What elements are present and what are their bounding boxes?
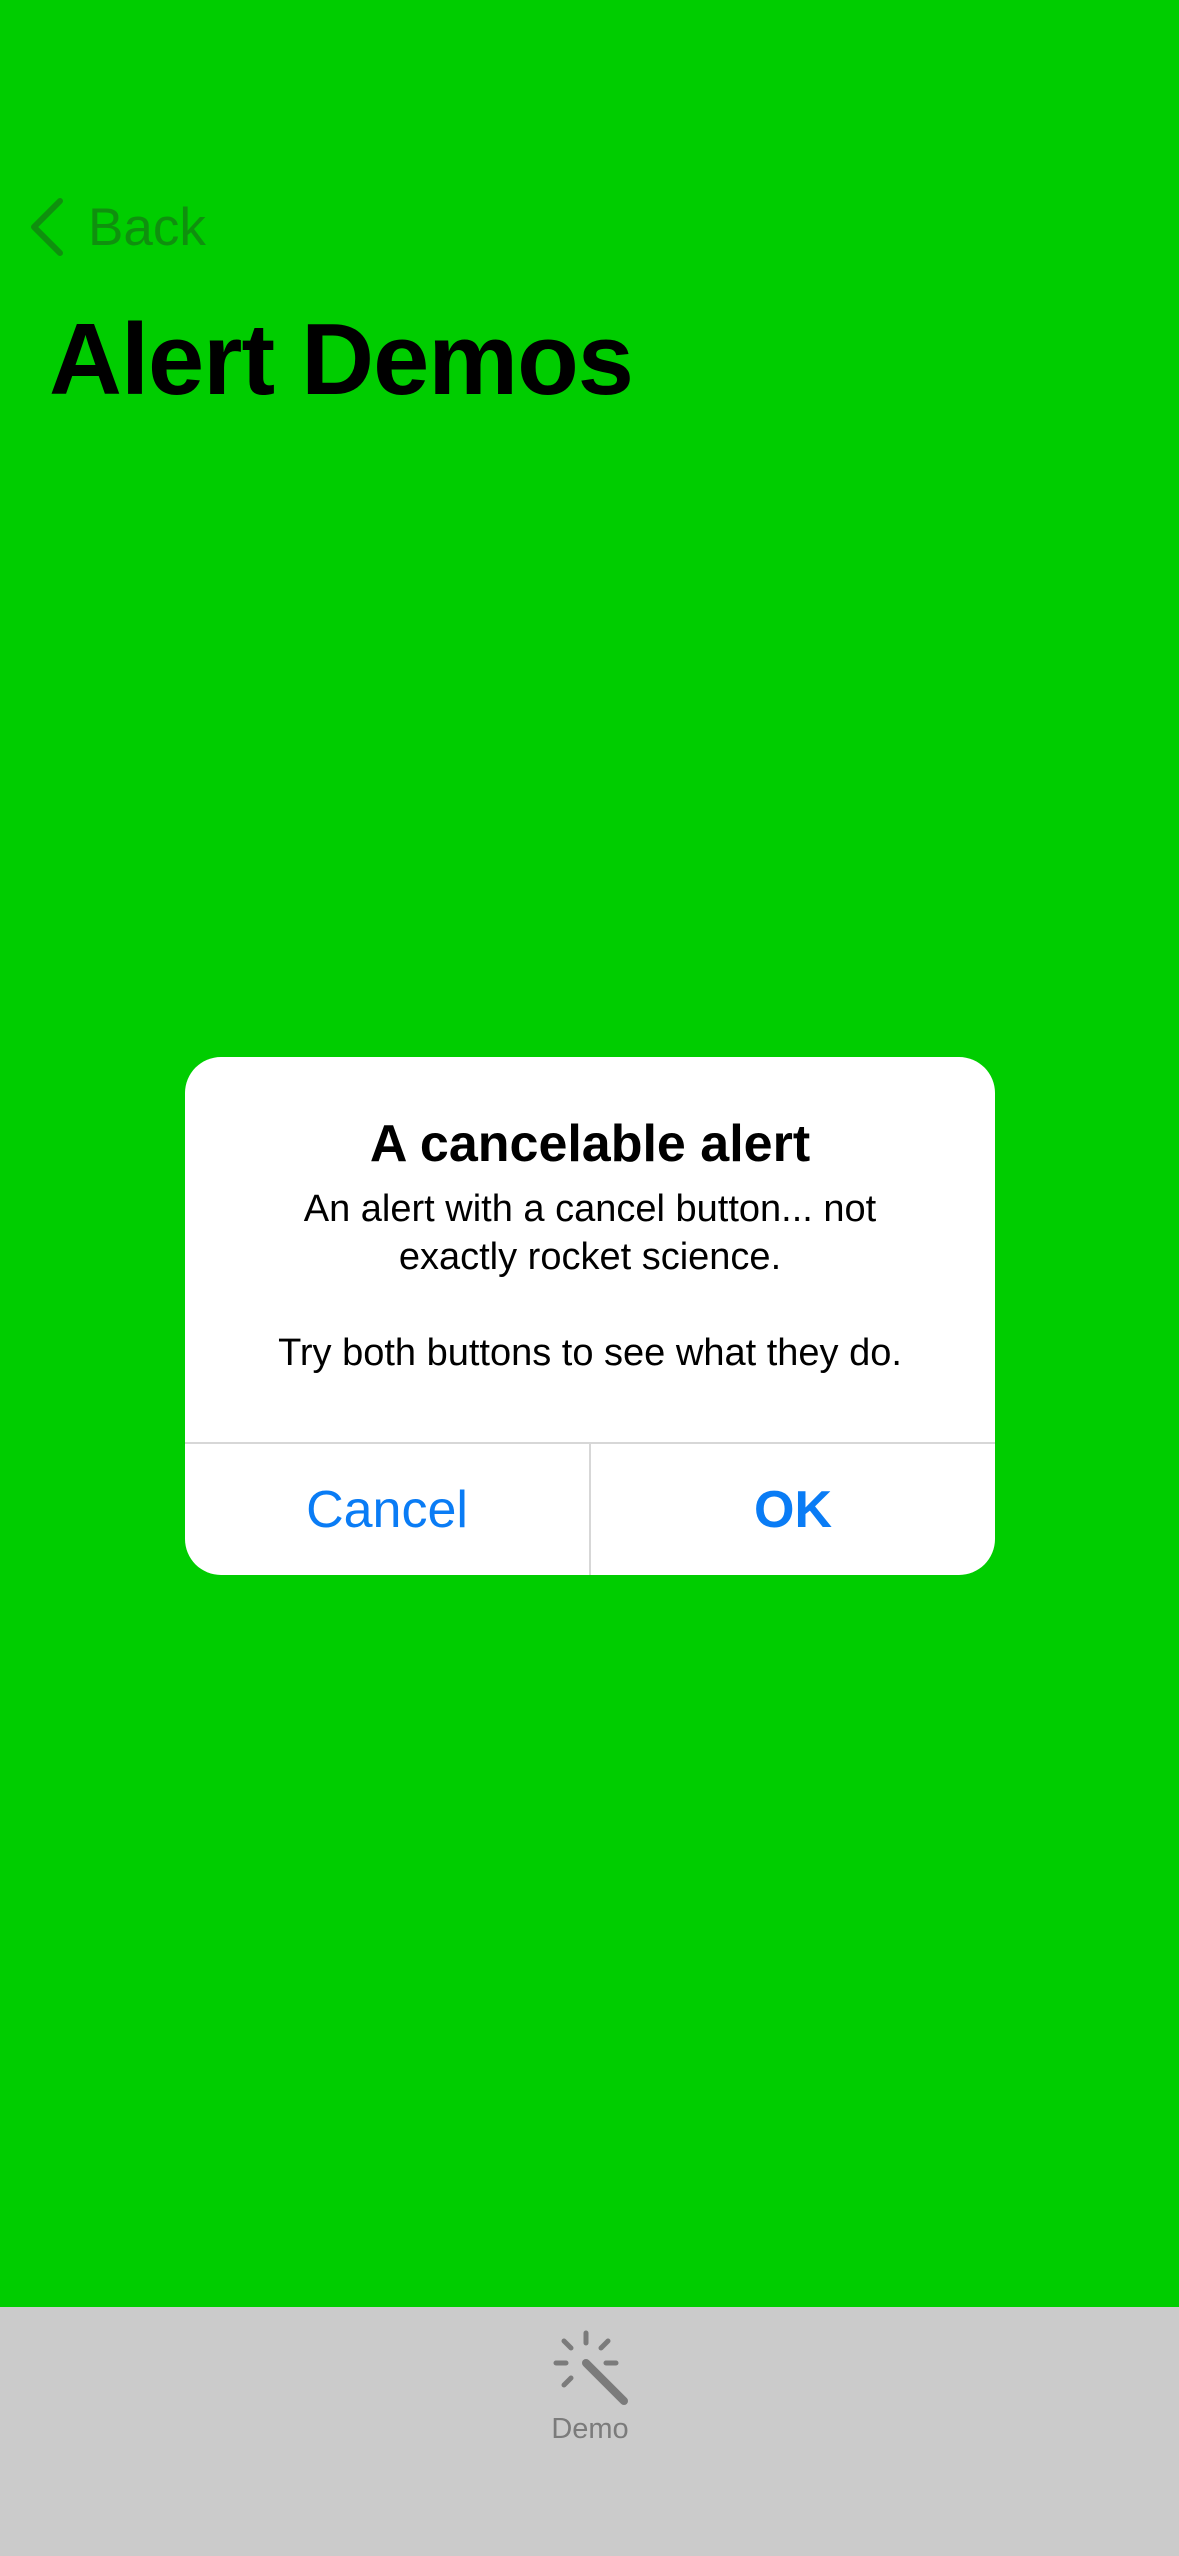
tab-label: Demo — [551, 2413, 629, 2445]
alert-dialog: A cancelable alert An alert with a cance… — [185, 1057, 995, 1575]
screen: Back Alert Demos A cancelable alert An a… — [0, 0, 1179, 2556]
magic-wand-icon — [550, 2327, 630, 2407]
back-label: Back — [88, 197, 206, 257]
alert-actions: Cancel OK — [185, 1442, 995, 1575]
cancel-button[interactable]: Cancel — [185, 1444, 591, 1575]
tab-demo[interactable]: Demo — [540, 2327, 640, 2477]
alert-title: A cancelable alert — [369, 1115, 811, 1173]
alert-message: An alert with a cancel button... not exa… — [278, 1187, 902, 1374]
chevron-left-icon — [26, 197, 66, 257]
page-title: Alert Demos — [49, 304, 634, 416]
alert-body: A cancelable alert An alert with a cance… — [185, 1057, 995, 1442]
ok-button[interactable]: OK — [591, 1444, 995, 1575]
back-button[interactable]: Back — [26, 190, 206, 264]
tab-bar: Demo — [0, 2307, 1179, 2556]
